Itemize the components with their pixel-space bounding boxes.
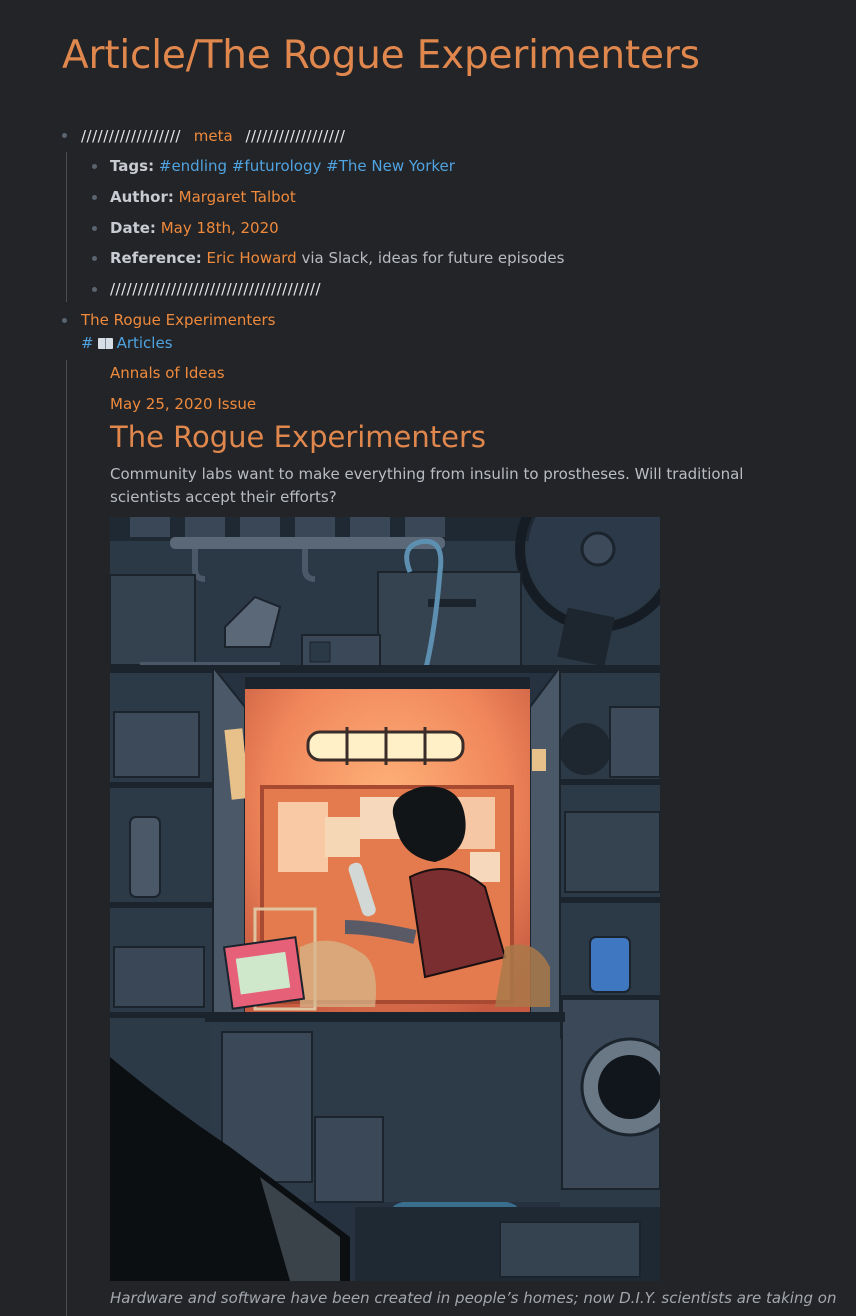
tag-endling[interactable]: #endling [159,157,227,175]
page-title: Article/The Rogue Experimenters [62,33,700,78]
meta-reference: Reference: Eric Howard via Slack, ideas … [110,248,564,268]
bullet-date[interactable] [92,226,97,231]
date-label: Date: [110,219,156,237]
article-link-title[interactable]: The Rogue Experimenters [81,310,276,330]
meta-date: Date: May 18th, 2020 [110,218,279,238]
illustration-caption: Hardware and software have been created … [110,1289,837,1307]
meta-author: Author: Margaret Talbot [110,187,296,207]
reference-link[interactable]: Eric Howard [207,249,297,267]
meta-tags: Tags: #endling #futurology #The New York… [110,156,455,176]
article-section[interactable]: Annals of Ideas [110,363,225,383]
meta-label: meta [193,127,233,145]
article-description: Community labs want to make everything f… [110,465,744,506]
meta-footer-slashes: ////////////////////////////////////// [110,280,322,298]
tag-hash: # [81,334,94,352]
article-children-guide [66,360,67,1316]
reference-label: Reference: [110,249,202,267]
article-illustration[interactable] [110,517,660,1281]
tag-the-new-yorker[interactable]: #The New Yorker [326,157,455,175]
bullet-article[interactable] [62,318,67,323]
meta-children-guide [66,152,67,302]
bullet-meta-footer[interactable] [92,287,97,292]
author-label: Author: [110,188,174,206]
article-heading: The Rogue Experimenters [110,420,487,454]
book-icon [97,338,113,349]
bullet-tags[interactable] [92,164,97,169]
bullet-meta[interactable] [62,133,67,138]
article-tag[interactable]: # Articles [81,333,173,353]
author-link[interactable]: Margaret Talbot [179,188,296,206]
bullet-reference[interactable] [92,256,97,261]
tag-futurology[interactable]: #futurology [232,157,322,175]
meta-slashes-left: ////////////////// [81,127,181,145]
meta-header: ////////////////// meta ////////////////… [81,126,345,146]
reference-text: via Slack, ideas for future episodes [301,249,565,267]
meta-slashes-right: ////////////////// [245,127,346,145]
tag-articles[interactable]: Articles [117,334,173,352]
date-link[interactable]: May 18th, 2020 [161,219,279,237]
article-issue[interactable]: May 25, 2020 Issue [110,394,256,414]
bullet-author[interactable] [92,195,97,200]
tags-label: Tags: [110,157,155,175]
